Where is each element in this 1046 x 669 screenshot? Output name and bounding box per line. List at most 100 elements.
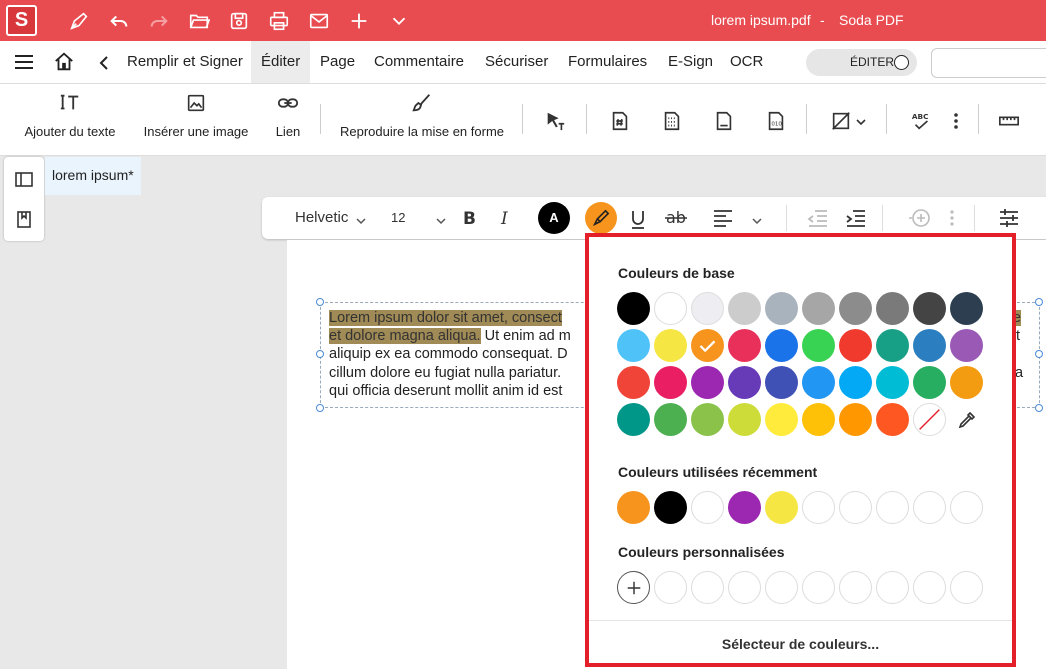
color-swatch[interactable] bbox=[876, 366, 909, 399]
color-swatch[interactable] bbox=[617, 329, 650, 362]
eyedropper-icon[interactable] bbox=[950, 403, 983, 436]
color-selector-button[interactable]: Sélecteur de couleurs... bbox=[589, 620, 1012, 667]
color-swatch[interactable] bbox=[654, 403, 687, 436]
menu-remplir-signer[interactable]: Remplir et Signer bbox=[117, 41, 253, 83]
chevron-left-icon[interactable] bbox=[94, 53, 114, 73]
hamburger-menu-icon[interactable] bbox=[12, 52, 36, 72]
color-swatch[interactable] bbox=[876, 403, 909, 436]
menu-commentaire[interactable]: Commentaire bbox=[364, 41, 474, 83]
recent-color-swatch[interactable] bbox=[654, 491, 687, 524]
color-swatch[interactable] bbox=[839, 403, 872, 436]
page-number-icon[interactable] bbox=[607, 108, 633, 134]
color-swatch[interactable] bbox=[839, 292, 872, 325]
color-swatch[interactable] bbox=[802, 329, 835, 362]
bookmark-icon[interactable] bbox=[14, 209, 34, 229]
custom-color-swatch[interactable] bbox=[654, 571, 687, 604]
color-swatch[interactable] bbox=[691, 403, 724, 436]
color-swatch[interactable] bbox=[765, 403, 798, 436]
menu-formulaires[interactable]: Formulaires bbox=[558, 41, 657, 83]
color-swatch[interactable] bbox=[728, 366, 761, 399]
custom-color-swatch[interactable] bbox=[839, 571, 872, 604]
bold-icon[interactable]: B bbox=[461, 208, 479, 229]
chevron-down-icon[interactable] bbox=[386, 8, 412, 34]
resize-handle[interactable] bbox=[1035, 298, 1043, 306]
font-family-select[interactable]: Helvetic bbox=[295, 197, 348, 239]
color-swatch[interactable] bbox=[728, 403, 761, 436]
menu-page[interactable]: Page bbox=[310, 41, 365, 83]
home-icon[interactable] bbox=[52, 51, 76, 73]
strikethrough-icon[interactable]: ab bbox=[664, 208, 688, 228]
color-swatch[interactable] bbox=[950, 329, 983, 362]
resize-handle[interactable] bbox=[316, 350, 324, 358]
color-swatch[interactable] bbox=[876, 292, 909, 325]
spellcheck-icon[interactable]: ABC bbox=[908, 108, 934, 134]
color-swatch[interactable] bbox=[728, 329, 761, 362]
insert-image-button[interactable]: Insérer une image bbox=[140, 92, 252, 139]
recent-color-swatch[interactable] bbox=[950, 491, 983, 524]
resize-handle[interactable] bbox=[316, 404, 324, 412]
search-input[interactable] bbox=[931, 48, 1046, 78]
custom-color-swatch[interactable] bbox=[950, 571, 983, 604]
resize-handle[interactable] bbox=[316, 298, 324, 306]
mail-icon[interactable] bbox=[306, 8, 332, 34]
link-button[interactable]: Lien bbox=[268, 92, 308, 139]
custom-color-swatch[interactable] bbox=[691, 571, 724, 604]
format-painter-button[interactable]: Reproduire la mise en forme bbox=[336, 92, 508, 139]
color-swatch[interactable] bbox=[950, 366, 983, 399]
add-custom-color-icon[interactable] bbox=[617, 571, 650, 604]
menu-securiser[interactable]: Sécuriser bbox=[475, 41, 558, 83]
color-swatch[interactable] bbox=[765, 329, 798, 362]
no-watermark-icon[interactable] bbox=[828, 108, 854, 134]
color-swatch[interactable] bbox=[876, 329, 909, 362]
chevron-down-icon[interactable] bbox=[855, 115, 867, 127]
recent-color-swatch[interactable] bbox=[839, 491, 872, 524]
custom-color-swatch[interactable] bbox=[913, 571, 946, 604]
fill-sign-icon[interactable] bbox=[66, 8, 92, 34]
header-footer-icon[interactable] bbox=[659, 108, 685, 134]
no-color-swatch[interactable] bbox=[913, 403, 946, 436]
color-swatch[interactable] bbox=[691, 292, 724, 325]
color-swatch[interactable] bbox=[950, 292, 983, 325]
print-icon[interactable] bbox=[266, 8, 292, 34]
color-swatch[interactable] bbox=[913, 366, 946, 399]
recent-color-swatch[interactable] bbox=[728, 491, 761, 524]
color-swatch[interactable] bbox=[728, 292, 761, 325]
color-swatch[interactable] bbox=[802, 292, 835, 325]
custom-color-swatch[interactable] bbox=[728, 571, 761, 604]
font-size-select[interactable]: 12 bbox=[391, 197, 405, 239]
settings-sliders-icon[interactable] bbox=[998, 207, 1020, 229]
color-swatch[interactable] bbox=[654, 366, 687, 399]
custom-color-swatch[interactable] bbox=[802, 571, 835, 604]
highlight-color-button[interactable] bbox=[585, 202, 617, 234]
color-swatch[interactable] bbox=[765, 292, 798, 325]
color-swatch[interactable] bbox=[617, 366, 650, 399]
add-text-button[interactable]: Ajouter du texte bbox=[20, 92, 120, 139]
recent-color-swatch[interactable] bbox=[617, 491, 650, 524]
color-swatch[interactable] bbox=[913, 329, 946, 362]
color-swatch[interactable] bbox=[802, 403, 835, 436]
recent-color-swatch[interactable] bbox=[691, 491, 724, 524]
undo-icon[interactable] bbox=[106, 8, 132, 34]
color-swatch[interactable] bbox=[654, 329, 687, 362]
text-color-button[interactable]: A bbox=[538, 202, 570, 234]
document-tab[interactable]: lorem ipsum* bbox=[45, 157, 141, 195]
menu-esign[interactable]: E-Sign bbox=[658, 41, 723, 83]
edit-mode-toggle[interactable]: ÉDITER bbox=[806, 49, 917, 76]
color-swatch[interactable] bbox=[765, 366, 798, 399]
recent-color-swatch[interactable] bbox=[876, 491, 909, 524]
color-swatch[interactable] bbox=[913, 292, 946, 325]
color-swatch[interactable] bbox=[617, 403, 650, 436]
open-folder-icon[interactable] bbox=[186, 8, 212, 34]
ruler-icon[interactable] bbox=[996, 108, 1022, 134]
color-swatch[interactable] bbox=[839, 329, 872, 362]
page-icon[interactable] bbox=[711, 108, 737, 134]
panel-toggle-icon[interactable] bbox=[14, 169, 34, 189]
custom-color-swatch[interactable] bbox=[765, 571, 798, 604]
color-swatch[interactable] bbox=[802, 366, 835, 399]
color-swatch[interactable] bbox=[654, 292, 687, 325]
menu-ocr[interactable]: OCR bbox=[720, 41, 773, 83]
color-swatch[interactable] bbox=[691, 366, 724, 399]
recent-color-swatch[interactable] bbox=[765, 491, 798, 524]
recent-color-swatch[interactable] bbox=[802, 491, 835, 524]
color-swatch[interactable] bbox=[691, 329, 724, 362]
